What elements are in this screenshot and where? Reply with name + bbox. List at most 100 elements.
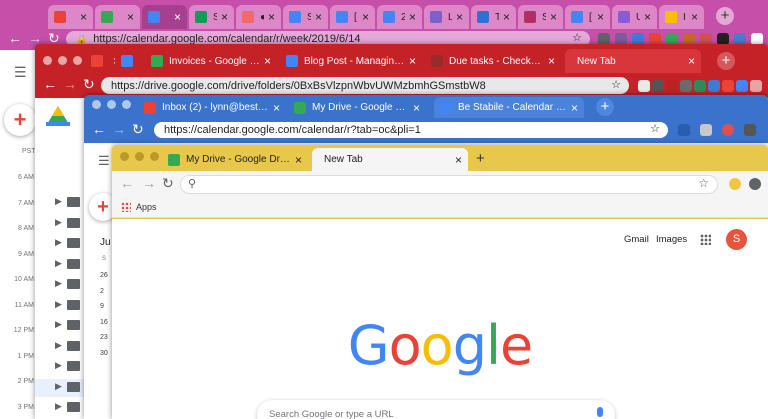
close-tab-icon[interactable]: × [127,10,134,24]
mini-calendar-day[interactable]: 30 [100,350,108,357]
extension-icon[interactable] [722,124,734,136]
extension-icon[interactable] [666,80,678,92]
star-icon[interactable]: ☆ [611,78,621,91]
tab[interactable]: × [95,5,140,29]
folder-row[interactable]: ▶ [35,358,85,376]
tab[interactable]: Be Stabile - Calendar - Week of × [434,97,584,118]
extension-icon[interactable] [700,124,712,136]
close-tab-icon[interactable]: × [548,54,555,68]
tab[interactable]: Sale × [518,5,563,29]
close-tab-icon[interactable]: × [80,10,87,24]
close-tab-icon[interactable]: × [571,101,578,115]
close-tab-icon[interactable]: × [409,54,416,68]
omnibox[interactable]: ⚲ ☆ [180,175,718,194]
star-icon[interactable]: ☆ [698,176,709,190]
mini-calendar-day[interactable]: 26 [100,272,108,279]
close-tab-icon[interactable]: × [174,10,181,24]
expand-icon[interactable]: ▶ [55,217,62,228]
new-tab-button[interactable]: + [717,52,735,70]
search-box[interactable]: Search Google or type a URL [257,400,615,419]
expand-icon[interactable]: ▶ [55,299,62,310]
reload-icon[interactable]: ↻ [132,121,144,138]
menu-icon[interactable]: ☰ [14,64,27,81]
reload-icon[interactable]: ↻ [162,175,174,192]
close-tab-icon[interactable]: × [264,54,271,68]
folder-row[interactable]: ▶ [35,378,85,397]
avatar[interactable]: S [726,229,747,250]
expand-icon[interactable]: ▶ [55,237,62,248]
tab[interactable]: New Tab × [565,49,701,73]
tab[interactable]: [ma × [330,5,375,29]
extension-icon[interactable] [736,80,748,92]
apps-icon[interactable] [121,202,131,212]
mini-calendar-day[interactable]: 2 [100,288,104,295]
extension-icon[interactable] [722,80,734,92]
tab[interactable]: × [142,5,187,29]
tab[interactable]: Blog Post - Managing Google × [280,49,422,73]
tab[interactable]: Imp × [659,5,704,29]
back-icon[interactable]: ← [43,76,57,92]
mini-calendar-day[interactable]: 23 [100,334,108,341]
extension-icon[interactable] [638,80,650,92]
tab[interactable]: SQ × [189,5,234,29]
extension-icon[interactable] [678,124,690,136]
expand-icon[interactable]: ▶ [55,340,62,351]
close-tab-icon[interactable]: × [550,10,557,24]
folder-row[interactable]: ▶ [35,276,85,294]
expand-icon[interactable]: ▶ [55,319,62,330]
apps-grid-icon[interactable] [700,234,711,245]
tab[interactable]: × [48,5,93,29]
address-bar[interactable]: https://calendar.google.com/calendar/r?t… [154,122,668,138]
close-tab-icon[interactable]: × [456,10,463,24]
update-icon[interactable] [749,178,761,190]
tab[interactable]: Sav × [283,5,328,29]
forward-icon[interactable]: → [112,121,126,137]
folder-row[interactable]: ▶ [35,297,85,315]
back-icon[interactable]: ← [120,175,134,191]
close-tab-icon[interactable]: × [455,153,462,167]
tab[interactable]: Invoices - Google Drive × [145,49,277,73]
expand-icon[interactable]: ▶ [55,381,62,392]
gmail-link[interactable]: Gmail [624,234,649,245]
mini-calendar-day[interactable]: 16 [100,319,108,326]
close-tab-icon[interactable]: × [413,101,420,115]
address-bar[interactable]: https://drive.google.com/drive/folders/0… [101,77,629,94]
back-icon[interactable]: ← [8,30,22,46]
expand-icon[interactable]: ▶ [55,196,62,207]
extension-icon[interactable] [694,80,706,92]
tab[interactable]: × [115,49,141,73]
mini-calendar-day[interactable]: 9 [100,303,104,310]
create-button[interactable]: + [4,104,36,136]
reload-icon[interactable]: ↻ [83,76,95,93]
new-tab-button[interactable]: + [716,7,734,25]
forward-icon[interactable]: → [142,175,156,191]
close-tab-icon[interactable]: × [362,10,369,24]
tab[interactable]: New Tab × [312,148,468,171]
extension-icon[interactable] [744,124,756,136]
tab[interactable]: My Drive - Google Drive × [162,148,308,171]
close-tab-icon[interactable]: × [268,10,275,24]
new-tab-button[interactable]: + [476,150,485,167]
star-icon[interactable]: ☆ [572,31,582,44]
new-tab-button[interactable]: + [596,98,614,116]
tab[interactable]: ● S × [236,5,281,29]
close-tab-icon[interactable]: × [315,10,322,24]
folder-row[interactable]: ▶ [35,194,85,212]
extension-icon[interactable] [729,178,741,190]
tab[interactable]: Inbox (2) - lynn@bestabile.com × [138,97,286,118]
close-tab-icon[interactable]: × [409,10,416,24]
tab[interactable]: × [85,49,115,73]
back-icon[interactable]: ← [92,121,106,137]
close-tab-icon[interactable]: × [221,10,228,24]
tab[interactable]: Tas × [471,5,516,29]
close-tab-icon[interactable]: × [503,10,510,24]
menu-icon[interactable]: ☰ [98,153,110,169]
close-tab-icon[interactable]: × [644,10,651,24]
close-tab-icon[interactable]: × [273,101,280,115]
star-icon[interactable]: ☆ [650,122,660,135]
apps-label[interactable]: Apps [136,202,157,212]
tab[interactable]: Due tasks - Checkvist × [425,49,561,73]
extension-icon[interactable] [652,80,664,92]
folder-row[interactable]: ▶ [35,338,85,356]
close-tab-icon[interactable]: × [295,153,302,167]
